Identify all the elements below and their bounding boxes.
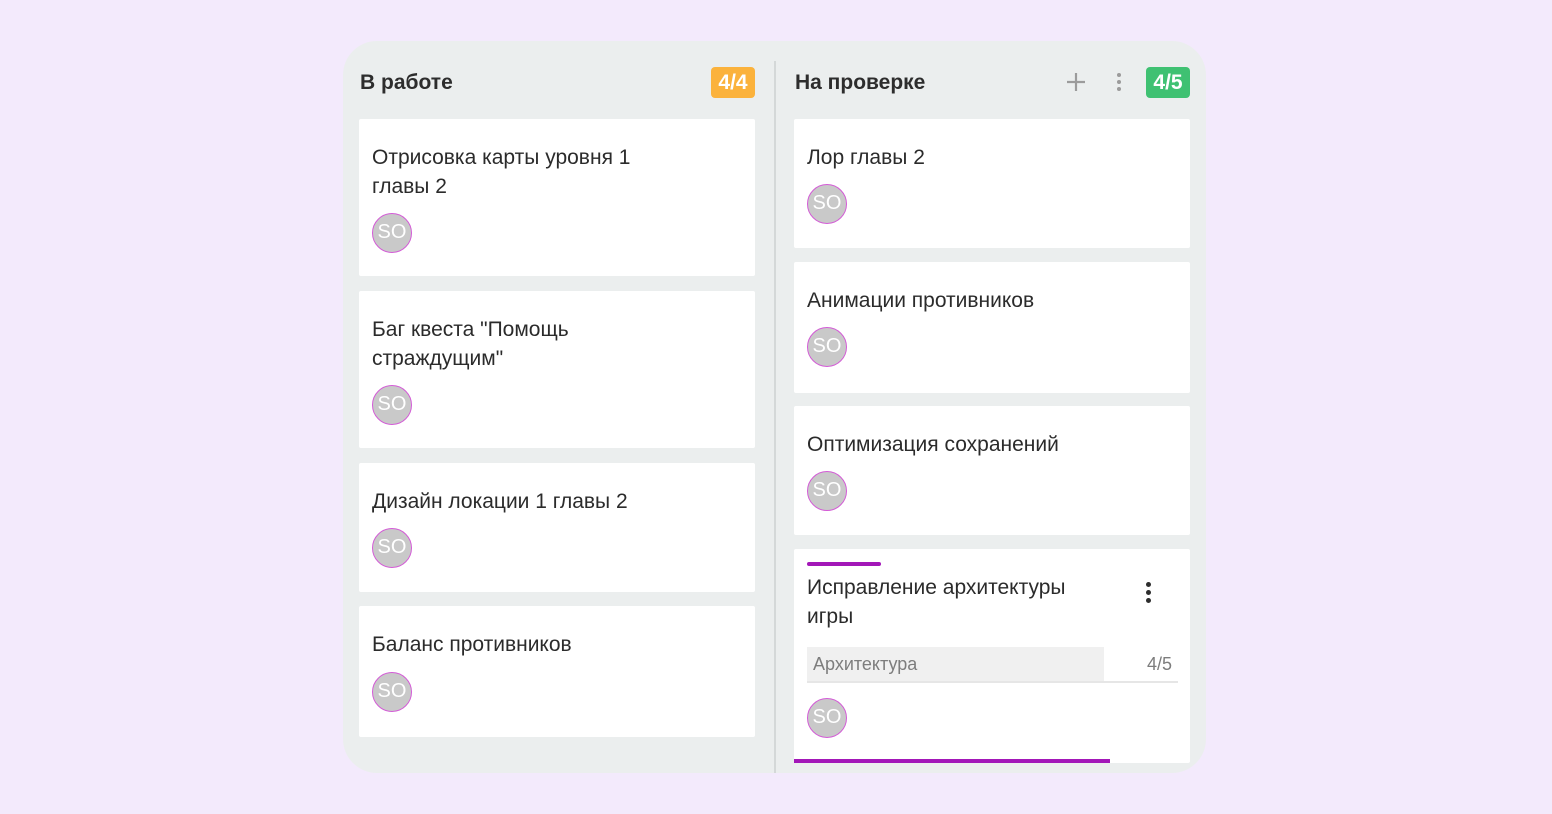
assignee-avatar[interactable]: SO xyxy=(372,528,412,568)
task-title: Дизайн локации 1 главы 2 xyxy=(372,490,628,513)
task-title: Баланс противников xyxy=(372,633,572,656)
column-title: На проверке xyxy=(795,71,926,94)
assignee-avatar[interactable]: SO xyxy=(807,184,847,224)
column-divider xyxy=(774,61,776,773)
task-title: Оптимизация сохранений xyxy=(807,433,1059,456)
task-title: Анимации противников xyxy=(807,289,1035,312)
task-card[interactable]: Дизайн локации 1 главы 2 SO xyxy=(359,463,755,592)
column-count-badge: 4/5 xyxy=(1146,67,1190,98)
assignee-avatar[interactable]: SO xyxy=(372,213,412,253)
task-title: Исправление архитектуры игры xyxy=(807,576,1066,628)
task-title: Лор главы 2 xyxy=(807,146,925,169)
kanban-board: В работе 4/4 Отрисовка карты уровня 1 гл… xyxy=(343,41,1206,773)
assignee-avatar[interactable]: SO xyxy=(807,327,847,367)
column-in-review: На проверке 4/5 Лор главы 2 SO Анимации … xyxy=(794,41,1190,763)
task-card-selected[interactable]: Исправление архитектуры игры Архитектура… xyxy=(794,549,1190,763)
task-card[interactable]: Анимации противников SO xyxy=(794,262,1190,393)
task-title: Отрисовка карты уровня 1 главы 2 xyxy=(372,146,631,198)
task-card[interactable]: Оптимизация сохранений SO xyxy=(794,406,1190,535)
task-card[interactable]: Лор главы 2 SO xyxy=(794,119,1190,248)
task-card[interactable]: Отрисовка карты уровня 1 главы 2 SO xyxy=(359,119,755,276)
column-title: В работе xyxy=(360,71,453,94)
card-accent-bar xyxy=(807,562,881,566)
task-card[interactable]: Баг квеста "Помощь страждущим" SO xyxy=(359,291,755,448)
column-header: В работе 4/4 xyxy=(359,41,755,119)
plus-icon[interactable] xyxy=(1063,69,1089,95)
column-in-progress: В работе 4/4 Отрисовка карты уровня 1 гл… xyxy=(359,41,755,737)
task-title: Баг квеста "Помощь страждущим" xyxy=(372,318,569,370)
column-header: На проверке 4/5 xyxy=(794,41,1190,119)
checklist-label: Архитектура xyxy=(807,647,1104,681)
more-vertical-icon[interactable] xyxy=(1106,69,1132,95)
checklist-count: 4/5 xyxy=(1146,654,1172,674)
assignee-avatar[interactable]: SO xyxy=(372,385,412,425)
task-card[interactable]: Баланс противников SO xyxy=(359,606,755,737)
card-progress-bar xyxy=(794,759,1110,763)
assignee-avatar[interactable]: SO xyxy=(372,672,412,712)
checklist-row[interactable]: Архитектура 4/5 xyxy=(807,647,1178,683)
assignee-avatar[interactable]: SO xyxy=(807,698,847,738)
column-count-badge: 4/4 xyxy=(711,67,755,98)
card-more-icon[interactable] xyxy=(1138,579,1158,605)
assignee-avatar[interactable]: SO xyxy=(807,471,847,511)
